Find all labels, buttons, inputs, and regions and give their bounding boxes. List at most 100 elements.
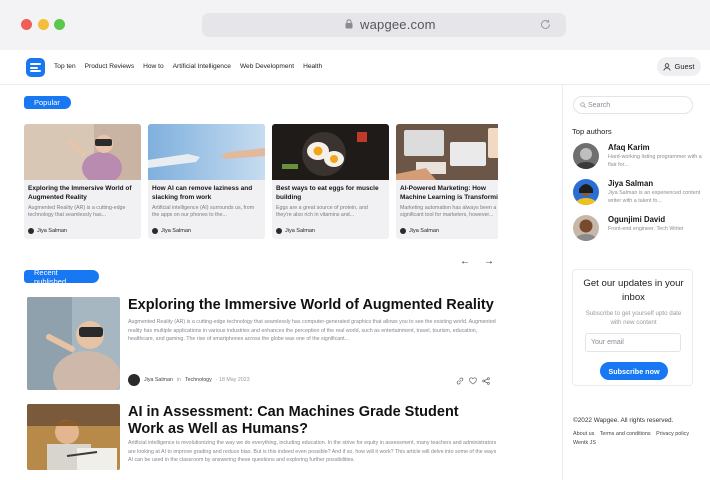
card-author: Jiya Salman bbox=[276, 228, 315, 234]
nav-links: Top ten Product Reviews How to Artificia… bbox=[54, 63, 331, 70]
top-navbar: Top ten Product Reviews How to Artificia… bbox=[0, 50, 710, 85]
category-prefix: in bbox=[176, 377, 181, 383]
avatar bbox=[152, 228, 158, 234]
article-actions bbox=[456, 377, 490, 385]
article-category[interactable]: Technology bbox=[185, 377, 212, 383]
card-image-marketing bbox=[396, 124, 498, 180]
url-text: wapgee.com bbox=[360, 17, 436, 32]
recent-article[interactable]: AI in Assessment: Can Machines Grade Stu… bbox=[27, 404, 497, 480]
top-authors-title: Top authors bbox=[572, 127, 612, 136]
heart-icon[interactable] bbox=[469, 377, 477, 385]
footer-links: About us Terms and conditions Privacy po… bbox=[573, 430, 698, 448]
page: Top ten Product Reviews How to Artificia… bbox=[0, 50, 710, 480]
popular-card[interactable]: Exploring the Immersive World of Augment… bbox=[24, 124, 141, 239]
author-description: Hard-working listing programmer with a f… bbox=[608, 154, 702, 168]
article-title[interactable]: AI in Assessment: Can Machines Grade Stu… bbox=[128, 404, 498, 437]
browser-chrome: wapgee.com bbox=[0, 0, 710, 50]
search-icon bbox=[580, 102, 586, 108]
nav-link-product-reviews[interactable]: Product Reviews bbox=[85, 63, 134, 70]
user-icon bbox=[663, 62, 672, 71]
nav-link-how-to[interactable]: How to bbox=[143, 63, 164, 70]
copyright-text: ©2022 Wapgee. All rights reserved. bbox=[573, 417, 674, 424]
card-title: How AI can remove laziness and slacking … bbox=[152, 185, 253, 201]
article-thumbnail-student bbox=[27, 404, 120, 470]
reload-icon[interactable] bbox=[539, 18, 552, 31]
footer-link-privacy[interactable]: Privacy policy bbox=[656, 431, 689, 437]
subscribe-button[interactable]: Subscribe now bbox=[600, 362, 668, 380]
avatar bbox=[400, 228, 406, 234]
author-item[interactable]: Afaq Karim Hard-working listing programm… bbox=[573, 143, 705, 171]
minimize-window-button[interactable] bbox=[38, 19, 49, 30]
search-placeholder: Search bbox=[588, 101, 611, 109]
arrow-left-icon[interactable]: ← bbox=[460, 256, 470, 267]
avatar bbox=[28, 228, 34, 234]
card-title: Best ways to eat eggs for muscle buildin… bbox=[276, 185, 379, 201]
card-author: Jiya Salman bbox=[152, 228, 191, 234]
maximize-window-button[interactable] bbox=[54, 19, 65, 30]
author-name[interactable]: Jiya Salman bbox=[608, 179, 653, 188]
article-meta: Jiya Salman in Technology · 18 May 2023 bbox=[128, 374, 250, 386]
arrow-right-icon[interactable]: → bbox=[484, 256, 494, 267]
author-name[interactable]: Afaq Karim bbox=[608, 143, 650, 152]
carousel-arrows: ← → bbox=[460, 256, 494, 267]
card-image-hands bbox=[148, 124, 265, 180]
author-item[interactable]: Ogunjimi David Front-end engineer. Tech … bbox=[573, 215, 705, 243]
footer-link-about[interactable]: About us bbox=[573, 431, 594, 437]
close-window-button[interactable] bbox=[21, 19, 32, 30]
nav-link-health[interactable]: Health bbox=[303, 63, 322, 70]
article-date: · 18 May 2023 bbox=[215, 377, 250, 383]
share-icon[interactable] bbox=[482, 377, 490, 385]
email-placeholder: Your email bbox=[591, 339, 624, 346]
article-thumbnail-vr bbox=[27, 297, 120, 390]
right-sidebar: Search Top authors Afaq Karim Hard-worki… bbox=[562, 85, 710, 480]
card-excerpt: Marketing automation has always been a s… bbox=[400, 205, 497, 219]
nav-link-web-development[interactable]: Web Development bbox=[240, 63, 294, 70]
popular-carousel: Exploring the Immersive World of Augment… bbox=[24, 124, 498, 239]
author-description: Jiya Salman is an experienced content wr… bbox=[608, 190, 701, 204]
article-author[interactable]: Jiya Salman bbox=[144, 377, 173, 383]
article-excerpt: Artificial intelligence is revolutionizi… bbox=[128, 440, 497, 464]
article-excerpt: Augmented Reality (AR) is a cutting-edge… bbox=[128, 319, 496, 343]
author-avatar bbox=[573, 215, 599, 241]
author-name: Jiya Salman bbox=[409, 228, 439, 234]
guest-button[interactable]: Guest bbox=[657, 57, 701, 76]
card-author: Jiya Salman bbox=[400, 228, 439, 234]
author-description: Front-end engineer. Tech Writer bbox=[608, 226, 684, 232]
guest-label: Guest bbox=[674, 62, 695, 71]
article-title[interactable]: Exploring the Immersive World of Augment… bbox=[128, 297, 498, 314]
author-name: Jiya Salman bbox=[37, 228, 67, 234]
email-field[interactable]: Your email bbox=[585, 333, 681, 352]
popular-card[interactable]: AI-Powered Marketing: How Machine Learni… bbox=[396, 124, 498, 239]
newsletter-box: Get our updates in your inbox Subscribe … bbox=[572, 269, 693, 386]
author-avatar bbox=[573, 179, 599, 205]
card-image-eggs bbox=[272, 124, 389, 180]
search-input[interactable]: Search bbox=[573, 96, 693, 114]
recent-section-label: Recent published bbox=[24, 268, 99, 286]
recent-article[interactable]: Exploring the Immersive World of Augment… bbox=[27, 297, 497, 397]
nav-link-top-ten[interactable]: Top ten bbox=[54, 63, 76, 70]
author-avatar bbox=[128, 374, 140, 386]
popular-card[interactable]: How AI can remove laziness and slacking … bbox=[148, 124, 265, 239]
avatar bbox=[276, 228, 282, 234]
author-name[interactable]: Ogunjimi David bbox=[608, 215, 665, 224]
popular-card[interactable]: Best ways to eat eggs for muscle buildin… bbox=[272, 124, 389, 239]
newsletter-title: Get our updates in your inbox bbox=[583, 278, 684, 303]
footer-link-wentk[interactable]: Wentk JS bbox=[573, 440, 596, 446]
author-item[interactable]: Jiya Salman Jiya Salman is an experience… bbox=[573, 179, 705, 207]
wapgee-logo[interactable] bbox=[26, 58, 45, 77]
card-author: Jiya Salman bbox=[28, 228, 67, 234]
author-avatar bbox=[573, 143, 599, 169]
card-excerpt: Artificial intelligence (AI) surrounds u… bbox=[152, 205, 255, 219]
lock-icon bbox=[345, 19, 353, 29]
link-icon[interactable] bbox=[456, 377, 464, 385]
card-image-vr bbox=[24, 124, 141, 180]
popular-section-label: Popular bbox=[24, 96, 71, 109]
nav-link-artificial-intelligence[interactable]: Artificial Intelligence bbox=[173, 63, 231, 70]
card-excerpt: Augmented Reality (AR) is a cutting-edge… bbox=[28, 205, 126, 219]
footer-link-terms[interactable]: Terms and conditions bbox=[600, 431, 651, 437]
card-excerpt: Eggs are a great source of protein, and … bbox=[276, 205, 368, 219]
card-title: Exploring the Immersive World of Augment… bbox=[28, 185, 132, 201]
card-title: AI-Powered Marketing: How Machine Learni… bbox=[400, 185, 498, 201]
newsletter-subtitle: Subscribe to get yourself upto date with… bbox=[585, 310, 682, 326]
address-bar[interactable]: wapgee.com bbox=[202, 13, 566, 37]
